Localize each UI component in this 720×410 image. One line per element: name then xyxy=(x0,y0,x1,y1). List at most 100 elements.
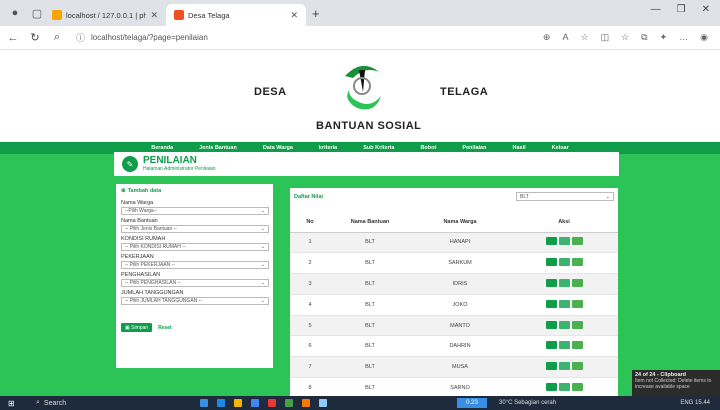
view-icon[interactable] xyxy=(545,341,557,350)
view-icon[interactable] xyxy=(545,278,557,287)
view-icon[interactable] xyxy=(545,237,557,246)
edit-icon[interactable] xyxy=(558,299,570,308)
table-cell: 2 xyxy=(290,252,330,275)
split-screen-icon[interactable]: ◫ xyxy=(601,32,610,43)
nama-warga-select[interactable]: --Pilih Warga-- ⌄ xyxy=(121,207,269,215)
nav-item-beranda[interactable]: Beranda xyxy=(138,145,186,151)
refresh-icon[interactable]: ↻ xyxy=(26,31,44,44)
app-icon[interactable] xyxy=(302,399,310,407)
delete-icon[interactable] xyxy=(571,382,583,391)
field-label: PEKERJAAN xyxy=(121,254,154,260)
active-app-button[interactable]: 0.23 xyxy=(457,398,487,408)
new-tab-button[interactable]: + xyxy=(312,6,320,21)
table-row: 2 BLT SARKUM xyxy=(290,252,618,275)
close-icon[interactable]: ✕ xyxy=(290,10,298,21)
view-icon[interactable] xyxy=(545,258,557,267)
view-icon[interactable] xyxy=(545,382,557,391)
delete-icon[interactable] xyxy=(571,362,583,371)
edit-icon[interactable] xyxy=(558,362,570,371)
delete-icon[interactable] xyxy=(571,320,583,329)
delete-icon[interactable] xyxy=(571,237,583,246)
edit-icon[interactable] xyxy=(558,278,570,287)
chevron-down-icon: ⌄ xyxy=(260,262,265,268)
favorites-icon[interactable]: ☆ xyxy=(621,32,629,43)
bantuan-filter-select[interactable]: BLT ⌄ xyxy=(516,192,614,201)
nav-item-sub-kriteria[interactable]: Sub Kriteria xyxy=(350,145,407,151)
form-header-label: Tambah data xyxy=(127,188,162,194)
app-icon[interactable] xyxy=(268,399,276,407)
delete-icon[interactable] xyxy=(571,258,583,267)
plus-circle-icon: ⊕ xyxy=(121,188,126,194)
delete-icon[interactable] xyxy=(571,341,583,350)
view-icon[interactable] xyxy=(545,362,557,371)
app-icon[interactable] xyxy=(319,399,327,407)
edit-icon[interactable] xyxy=(558,320,570,329)
app-icon[interactable] xyxy=(285,399,293,407)
windows-taskbar: ⊞ ⌕ Search 0.23 30°C Sebagian cerah ENG … xyxy=(0,396,720,410)
app-icon[interactable] xyxy=(234,399,242,407)
view-icon[interactable] xyxy=(545,299,557,308)
view-icon[interactable] xyxy=(545,320,557,329)
extension-icon[interactable]: ✦ xyxy=(660,32,668,43)
taskbar-search[interactable]: ⌕ Search xyxy=(36,399,156,407)
table-row: 7 BLT MUSA xyxy=(290,356,618,379)
chevron-down-icon: ⌄ xyxy=(260,298,265,304)
nav-item-bobot[interactable]: Bobot xyxy=(407,145,449,151)
edit-icon[interactable] xyxy=(558,382,570,391)
edit-icon[interactable] xyxy=(558,341,570,350)
penilaian-icon: ✎ xyxy=(122,156,138,172)
back-arrow-icon[interactable]: ← xyxy=(4,32,22,44)
nav-item-penilaian[interactable]: Penilaian xyxy=(449,145,499,151)
copilot-icon[interactable]: ◉ xyxy=(700,32,708,43)
more-icon[interactable]: … xyxy=(679,32,688,43)
minimize-icon[interactable]: — xyxy=(651,4,661,15)
read-aloud-icon[interactable]: A xyxy=(562,32,568,43)
save-button[interactable]: ▣ Simpan xyxy=(121,323,153,332)
nama-bantuan-select[interactable]: -- Pilih Jenis Bantuan -- ⌄ xyxy=(121,225,269,233)
system-tray[interactable]: ENG 15.44 xyxy=(680,400,710,406)
reset-button[interactable]: Reset xyxy=(158,325,172,331)
column-header: Nama Warga xyxy=(410,212,510,233)
nav-item-jenis-bantuan[interactable]: Jenis Bantuan xyxy=(186,145,250,151)
edit-icon[interactable] xyxy=(558,237,570,246)
profile-icon[interactable]: ● xyxy=(8,6,22,20)
favorite-star-icon[interactable]: ☆ xyxy=(580,32,588,43)
app-icon[interactable] xyxy=(251,399,259,407)
search-icon[interactable]: ⌕ xyxy=(48,31,66,44)
tab-actions-icon[interactable]: ▢ xyxy=(30,6,44,20)
close-icon[interactable]: ✕ xyxy=(150,10,158,21)
nav-item-keluar[interactable]: Keluar xyxy=(539,145,582,151)
close-window-icon[interactable]: ✕ xyxy=(702,4,710,15)
table-title: Daftar Nilai xyxy=(294,194,324,200)
delete-icon[interactable] xyxy=(571,278,583,287)
penghasilan-select[interactable]: -- Pilih PENGHASILAN -- ⌄ xyxy=(121,279,269,287)
zoom-icon[interactable]: ⊕ xyxy=(543,32,551,43)
taskbar-apps xyxy=(200,399,327,407)
restore-icon[interactable]: ❐ xyxy=(677,4,686,15)
windows-start-icon[interactable]: ⊞ xyxy=(8,399,22,408)
collections-icon[interactable]: ⧉ xyxy=(641,32,647,43)
tab-phpmyadmin[interactable]: localhost / 127.0.0.1 | phpMyAdm ✕ xyxy=(44,4,166,26)
phpmyadmin-favicon-icon xyxy=(52,10,62,20)
chevron-down-icon: ⌄ xyxy=(260,280,265,286)
nav-item-hasil[interactable]: Hasil xyxy=(499,145,538,151)
weather-widget[interactable]: 30°C Sebagian cerah xyxy=(499,400,556,406)
chevron-down-icon: ⌄ xyxy=(605,193,610,200)
field-label: PENGHASILAN xyxy=(121,272,161,278)
tab-desa-telaga[interactable]: Desa Telaga ✕ xyxy=(166,4,306,26)
pekerjaan-select[interactable]: -- Pilih PEKERJAAN -- ⌄ xyxy=(121,261,269,269)
kondisi-rumah-select[interactable]: -- Pilih KONDISI RUMAH -- ⌄ xyxy=(121,243,269,251)
jumlah-tanggungan-select[interactable]: -- Pilih JUMLAH TANGGUNGAN -- ⌄ xyxy=(121,297,269,305)
score-list-card: Daftar Nilai BLT ⌄ No Nama Bantuan Nama W… xyxy=(290,188,618,396)
column-header: Nama Bantuan xyxy=(330,212,410,233)
table-cell: 6 xyxy=(290,335,330,358)
delete-icon[interactable] xyxy=(571,299,583,308)
banner-telaga: TELAGA xyxy=(440,86,489,98)
nav-item-data-warga[interactable]: Data Warga xyxy=(250,145,306,151)
app-icon[interactable] xyxy=(200,399,208,407)
nav-item-kriteria[interactable]: kriteria xyxy=(306,145,350,151)
table-cell: BLT xyxy=(330,252,410,275)
app-icon[interactable] xyxy=(217,399,225,407)
edit-icon[interactable] xyxy=(558,258,570,267)
url-field[interactable]: ⓘ localhost/telaga/?page=penilaian xyxy=(76,31,543,44)
